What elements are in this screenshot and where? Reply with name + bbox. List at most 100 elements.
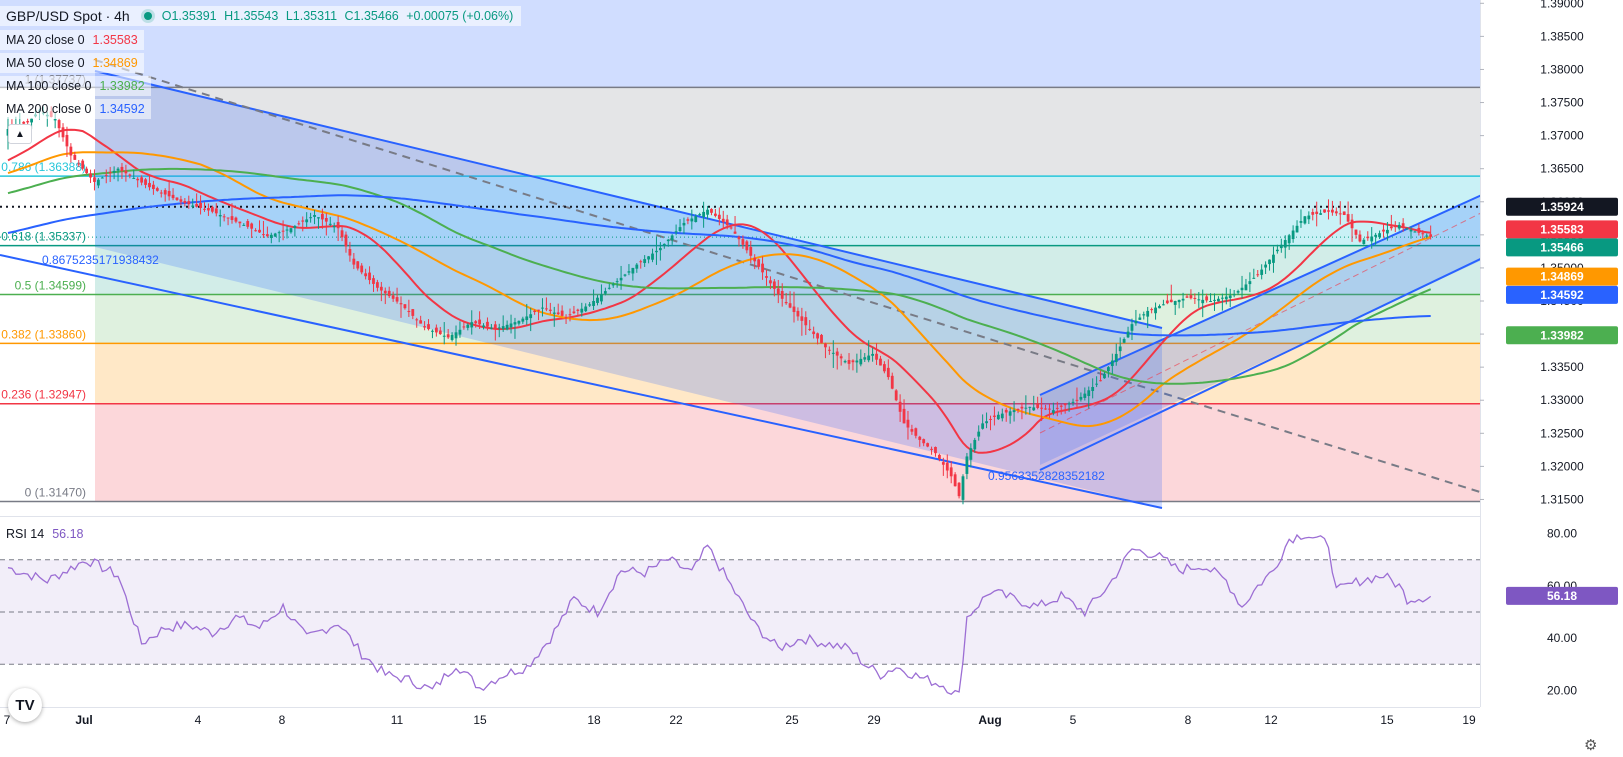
candle-body: [545, 308, 548, 310]
candle-body: [458, 329, 462, 335]
candle-body: [839, 356, 843, 359]
candle-body: [1130, 324, 1134, 331]
ma200-legend[interactable]: MA 200 close 0 1.34592: [0, 99, 151, 119]
candle-body: [706, 209, 709, 215]
candle-body: [568, 314, 572, 316]
candle-body: [112, 170, 116, 173]
fib-zone: [95, 403, 1480, 502]
candle-body: [635, 264, 639, 269]
candle-body: [1181, 298, 1185, 301]
candle-body: [1209, 301, 1212, 302]
candle-body: [670, 235, 674, 241]
candle-body: [1264, 264, 1267, 268]
candle-body: [258, 229, 261, 233]
candle-body: [1401, 223, 1405, 227]
candle-body: [1020, 406, 1024, 409]
candle-body: [415, 319, 419, 321]
candle-body: [1331, 209, 1334, 213]
ma50-legend[interactable]: MA 50 close 0 1.34869: [0, 53, 144, 73]
candle-body: [493, 324, 497, 329]
price-tick-label: 1.37000: [1540, 129, 1584, 143]
candle-body: [222, 216, 226, 218]
candle-body: [187, 201, 191, 205]
rsi-badge-label: 56.18: [1547, 589, 1577, 603]
candle-body: [902, 408, 906, 424]
candle-body: [710, 208, 713, 213]
rsi-label: RSI 14: [6, 527, 45, 541]
candle-body: [875, 353, 878, 360]
candle-body: [1197, 299, 1201, 301]
candle-body: [1189, 295, 1193, 299]
candle-body: [254, 230, 257, 232]
candle-body: [1240, 287, 1244, 291]
candle-body: [898, 401, 902, 412]
settings-gear-icon[interactable]: ⚙: [1584, 736, 1597, 754]
candle-body: [1126, 331, 1130, 338]
candle-body: [1268, 259, 1271, 265]
candle-body: [808, 328, 812, 330]
candle-body: [313, 215, 316, 217]
candle-body: [1165, 300, 1169, 304]
candle-body: [403, 304, 407, 309]
candle-body: [576, 309, 580, 311]
symbol-title[interactable]: GBP/USD Spot · 4h: [6, 8, 130, 24]
collapse-legend-button[interactable]: ▲: [8, 124, 32, 144]
candle-body: [1311, 212, 1315, 215]
candle-body: [745, 241, 749, 251]
candle-body: [379, 286, 383, 291]
candle-body: [89, 173, 92, 178]
candle-body: [140, 177, 144, 183]
candle-body: [93, 177, 96, 182]
ohlc-values: O1.35391 H1.35543 L1.35311 C1.35466 +0.0…: [162, 9, 518, 23]
candle-body: [1103, 373, 1106, 379]
candle-body: [721, 218, 725, 223]
candle-body: [914, 428, 918, 436]
candle-body: [666, 239, 670, 242]
candle-body: [1342, 211, 1346, 215]
price-tick-label: 1.33000: [1540, 393, 1584, 407]
candle-body: [835, 351, 839, 356]
candle-body: [1389, 226, 1393, 229]
time-tick-label: 12: [1264, 713, 1278, 727]
candle-body: [383, 290, 387, 294]
candle-body: [627, 271, 631, 273]
rsi-tick-label: 20.00: [1547, 683, 1577, 697]
candle-body: [57, 120, 61, 129]
candle-body: [702, 211, 706, 217]
candle-body: [497, 327, 501, 329]
candle-body: [961, 476, 965, 500]
candle-body: [152, 184, 155, 190]
ma100-legend[interactable]: MA 100 close 0 1.33982: [0, 76, 151, 96]
candle-body: [1091, 387, 1095, 391]
candle-body: [1252, 277, 1256, 279]
candle-body: [941, 462, 945, 465]
candle-body: [1071, 401, 1075, 403]
candle-body: [1303, 216, 1307, 224]
candle-body: [344, 234, 348, 247]
price-tick-label: 1.33500: [1540, 360, 1584, 374]
candle-body: [1051, 410, 1055, 413]
candle-body: [643, 259, 647, 264]
candle-body: [1122, 339, 1126, 343]
candle-body: [1217, 298, 1220, 302]
tradingview-logo[interactable]: TV: [8, 688, 42, 722]
candle-body: [816, 333, 819, 339]
candle-body: [301, 220, 305, 222]
channel-annotation: 0.8675235171938432: [42, 253, 159, 267]
candle-body: [996, 414, 1000, 420]
candle-body: [262, 234, 265, 236]
candle-body: [1279, 244, 1283, 249]
candle-body: [886, 367, 890, 378]
candle-body: [1291, 230, 1295, 240]
time-tick-label: 22: [669, 713, 683, 727]
candle-body: [662, 243, 666, 246]
candle-body: [277, 232, 281, 234]
candle-body: [1067, 403, 1071, 405]
ma20-legend[interactable]: MA 20 close 0 1.35583: [0, 30, 144, 50]
candle-body: [1173, 301, 1177, 305]
candle-body: [1213, 299, 1216, 301]
candle-body: [470, 322, 474, 328]
candle-body: [945, 462, 949, 471]
rsi-legend[interactable]: RSI 14 56.18: [0, 524, 90, 544]
candle-body: [230, 216, 234, 220]
